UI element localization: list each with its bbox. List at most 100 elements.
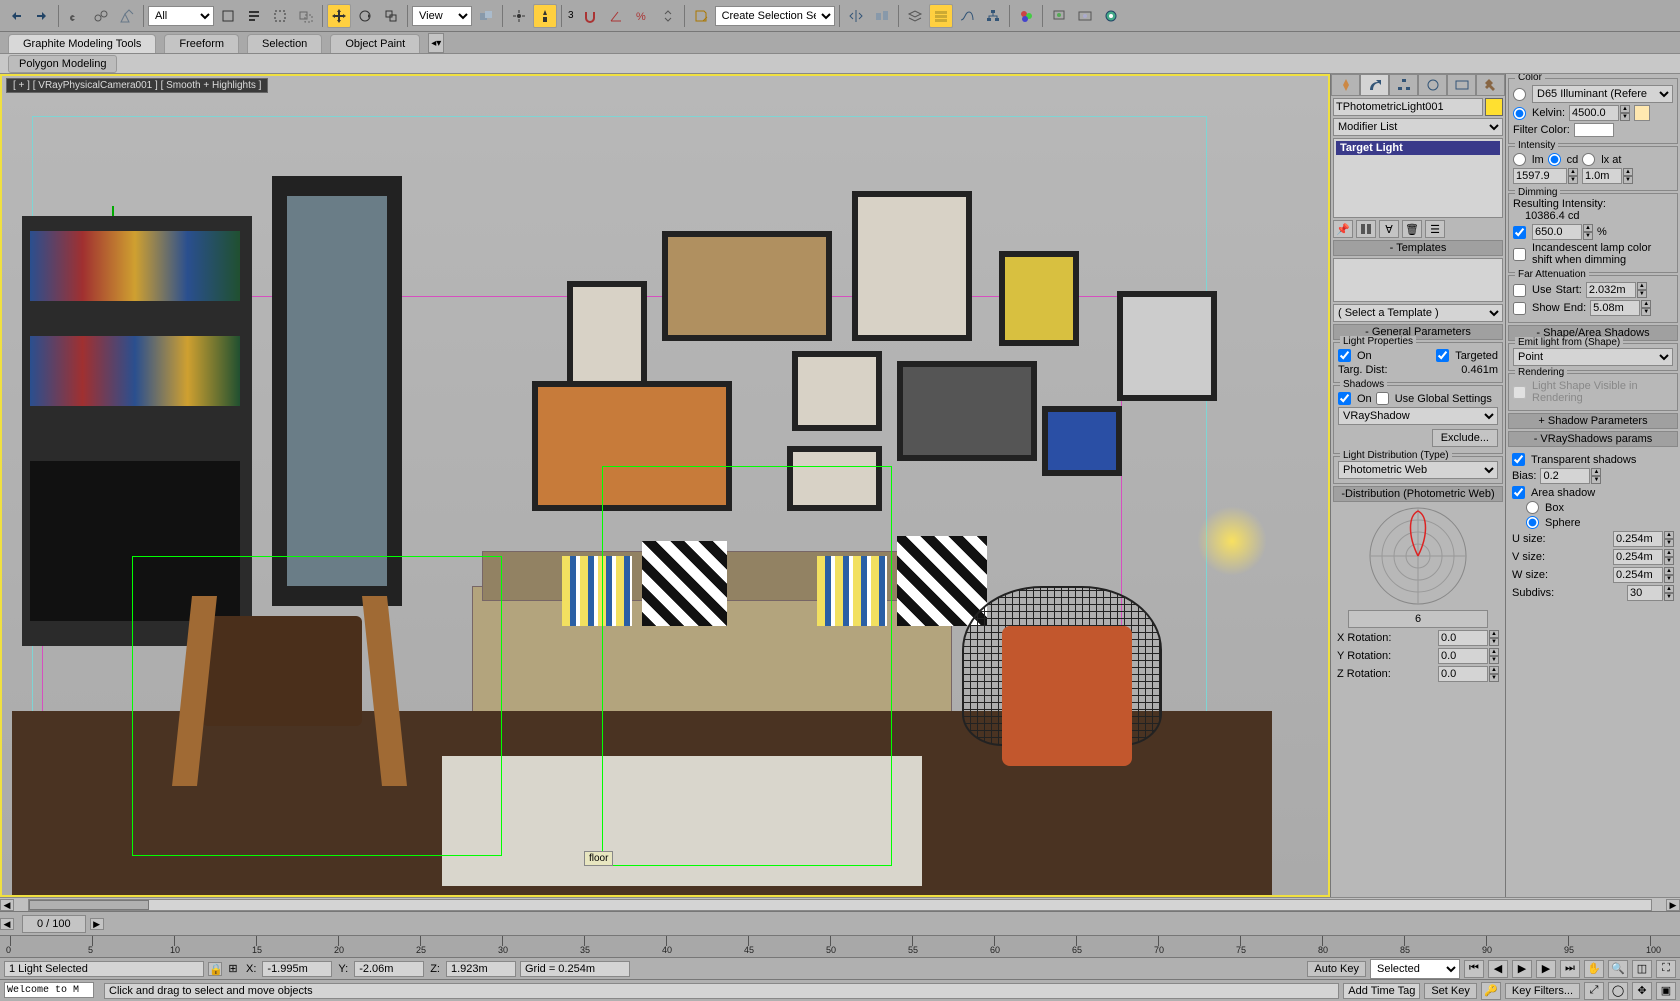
named-selset-edit-icon[interactable]: [689, 4, 713, 28]
yrot-input[interactable]: [1438, 648, 1488, 664]
nav-max-icon[interactable]: ▣: [1656, 982, 1676, 1000]
schematic-icon[interactable]: [981, 4, 1005, 28]
bias-input[interactable]: [1540, 468, 1590, 484]
viewport-hscrollbar[interactable]: ◀ ▶: [0, 897, 1680, 911]
fov-icon[interactable]: ◫: [1632, 960, 1652, 978]
usize-input[interactable]: [1613, 531, 1663, 547]
maxscript-prompt[interactable]: [4, 982, 94, 998]
nav-pan-icon[interactable]: ✥: [1632, 982, 1652, 1000]
maximize-viewport-icon[interactable]: ⛶: [1656, 960, 1676, 978]
rollout-vrayshadows[interactable]: - VRayShadows params: [1508, 431, 1678, 447]
make-unique-icon[interactable]: ∀: [1379, 220, 1399, 238]
layer-manager-icon[interactable]: [929, 4, 953, 28]
rendered-frame-icon[interactable]: [1073, 4, 1097, 28]
keyboard-shortcut-icon[interactable]: [533, 4, 557, 28]
atten-end-input[interactable]: [1590, 300, 1640, 316]
box-radio[interactable]: [1526, 501, 1539, 514]
lm-radio[interactable]: [1513, 153, 1526, 166]
select-scale-icon[interactable]: [379, 4, 403, 28]
d65-radio[interactable]: [1513, 88, 1526, 101]
rollout-distribution[interactable]: -Distribution (Photometric Web): [1333, 486, 1503, 502]
filter-color-swatch[interactable]: [1574, 123, 1614, 137]
z-coord-field[interactable]: 1.923m: [446, 961, 516, 977]
keymode-dropdown[interactable]: Selected: [1370, 959, 1460, 979]
use-global-checkbox[interactable]: [1376, 392, 1389, 405]
unlink-icon[interactable]: [89, 4, 113, 28]
kelvin-input[interactable]: [1569, 105, 1619, 121]
pin-stack-icon[interactable]: 📌: [1333, 220, 1353, 238]
emit-shape-dropdown[interactable]: Point: [1513, 348, 1673, 366]
rollout-templates[interactable]: - Templates: [1333, 240, 1503, 256]
vsize-input[interactable]: [1613, 549, 1663, 565]
d65-dropdown[interactable]: D65 Illuminant (Refere: [1532, 85, 1673, 103]
subdivs-input[interactable]: [1627, 585, 1663, 601]
light-on-checkbox[interactable]: [1338, 349, 1351, 362]
undo-icon[interactable]: [4, 4, 28, 28]
lxat-radio[interactable]: [1582, 153, 1595, 166]
mirror-icon[interactable]: [844, 4, 868, 28]
tab-graphite[interactable]: Graphite Modeling Tools: [8, 34, 156, 53]
select-name-icon[interactable]: [242, 4, 266, 28]
time-slider-handle[interactable]: 0 / 100: [22, 915, 86, 933]
scroll-right-icon[interactable]: ▶: [1666, 899, 1680, 911]
template-list[interactable]: [1333, 258, 1503, 302]
xrot-input[interactable]: [1438, 630, 1488, 646]
remove-mod-icon[interactable]: 🗑: [1402, 220, 1422, 238]
modifier-stack[interactable]: Target Light: [1333, 138, 1503, 218]
dimming-input[interactable]: [1532, 224, 1582, 240]
bind-icon[interactable]: [115, 4, 139, 28]
tab-modify-icon[interactable]: [1360, 74, 1389, 96]
object-name-field[interactable]: [1333, 98, 1483, 116]
x-coord-field[interactable]: -1.995m: [262, 961, 332, 977]
sphere-radio[interactable]: [1526, 516, 1539, 529]
link-icon[interactable]: [63, 4, 87, 28]
tab-freeform[interactable]: Freeform: [164, 34, 239, 53]
setkey-button[interactable]: Set Key: [1424, 983, 1477, 999]
y-coord-field[interactable]: -2.06m: [354, 961, 424, 977]
play-icon[interactable]: ▶: [1512, 960, 1532, 978]
timeslider-prev-icon[interactable]: ◀: [0, 918, 14, 930]
scroll-thumb[interactable]: [29, 900, 149, 910]
tab-motion-icon[interactable]: [1418, 74, 1447, 96]
tab-utilities-icon[interactable]: [1476, 74, 1505, 96]
incand-checkbox[interactable]: [1513, 248, 1526, 261]
keyfilters-button[interactable]: Key Filters...: [1505, 983, 1580, 999]
add-time-tag[interactable]: Add Time Tag: [1343, 983, 1420, 999]
wsize-input[interactable]: [1613, 567, 1663, 583]
intensity-dist-input[interactable]: [1582, 168, 1622, 184]
manipulate-icon[interactable]: [507, 4, 531, 28]
scroll-left-icon[interactable]: ◀: [0, 899, 14, 911]
pivot-icon[interactable]: [474, 4, 498, 28]
timeslider-next-icon[interactable]: ▶: [90, 918, 104, 930]
tab-hierarchy-icon[interactable]: [1389, 74, 1418, 96]
subtab-polymodeling[interactable]: Polygon Modeling: [8, 55, 117, 73]
light-dist-dropdown[interactable]: Photometric Web: [1338, 461, 1498, 479]
rollout-shadow-params[interactable]: + Shadow Parameters: [1508, 413, 1678, 429]
kelvin-radio[interactable]: [1513, 107, 1526, 120]
tab-create-icon[interactable]: [1331, 74, 1360, 96]
cd-radio[interactable]: [1548, 153, 1561, 166]
angle-snap-icon[interactable]: [604, 4, 628, 28]
rect-select-icon[interactable]: [268, 4, 292, 28]
named-selset-dropdown[interactable]: Create Selection Se: [715, 6, 835, 26]
coord-display-icon[interactable]: ⊞: [226, 962, 240, 976]
viewport[interactable]: [ + ] [ VRayPhysicalCamera001 ] [ Smooth…: [0, 74, 1330, 897]
select-rotate-icon[interactable]: [353, 4, 377, 28]
exclude-button[interactable]: Exclude...: [1432, 429, 1498, 447]
zrot-input[interactable]: [1438, 666, 1488, 682]
window-crossing-icon[interactable]: [294, 4, 318, 28]
material-editor-icon[interactable]: [1014, 4, 1038, 28]
template-select[interactable]: ( Select a Template ): [1333, 304, 1503, 322]
tab-display-icon[interactable]: [1447, 74, 1476, 96]
align-icon[interactable]: [870, 4, 894, 28]
kelvin-swatch[interactable]: [1634, 105, 1650, 121]
object-color-swatch[interactable]: [1485, 98, 1503, 116]
atten-start-input[interactable]: [1586, 282, 1636, 298]
autokey-button[interactable]: Auto Key: [1307, 961, 1366, 977]
percent-snap-icon[interactable]: %: [630, 4, 654, 28]
intensity-input[interactable]: [1513, 168, 1567, 184]
nav-orbit-icon[interactable]: ◯: [1608, 982, 1628, 1000]
area-shadow-checkbox[interactable]: [1512, 486, 1525, 499]
web-file-button[interactable]: 6: [1348, 610, 1488, 628]
pan-icon[interactable]: ✋: [1584, 960, 1604, 978]
